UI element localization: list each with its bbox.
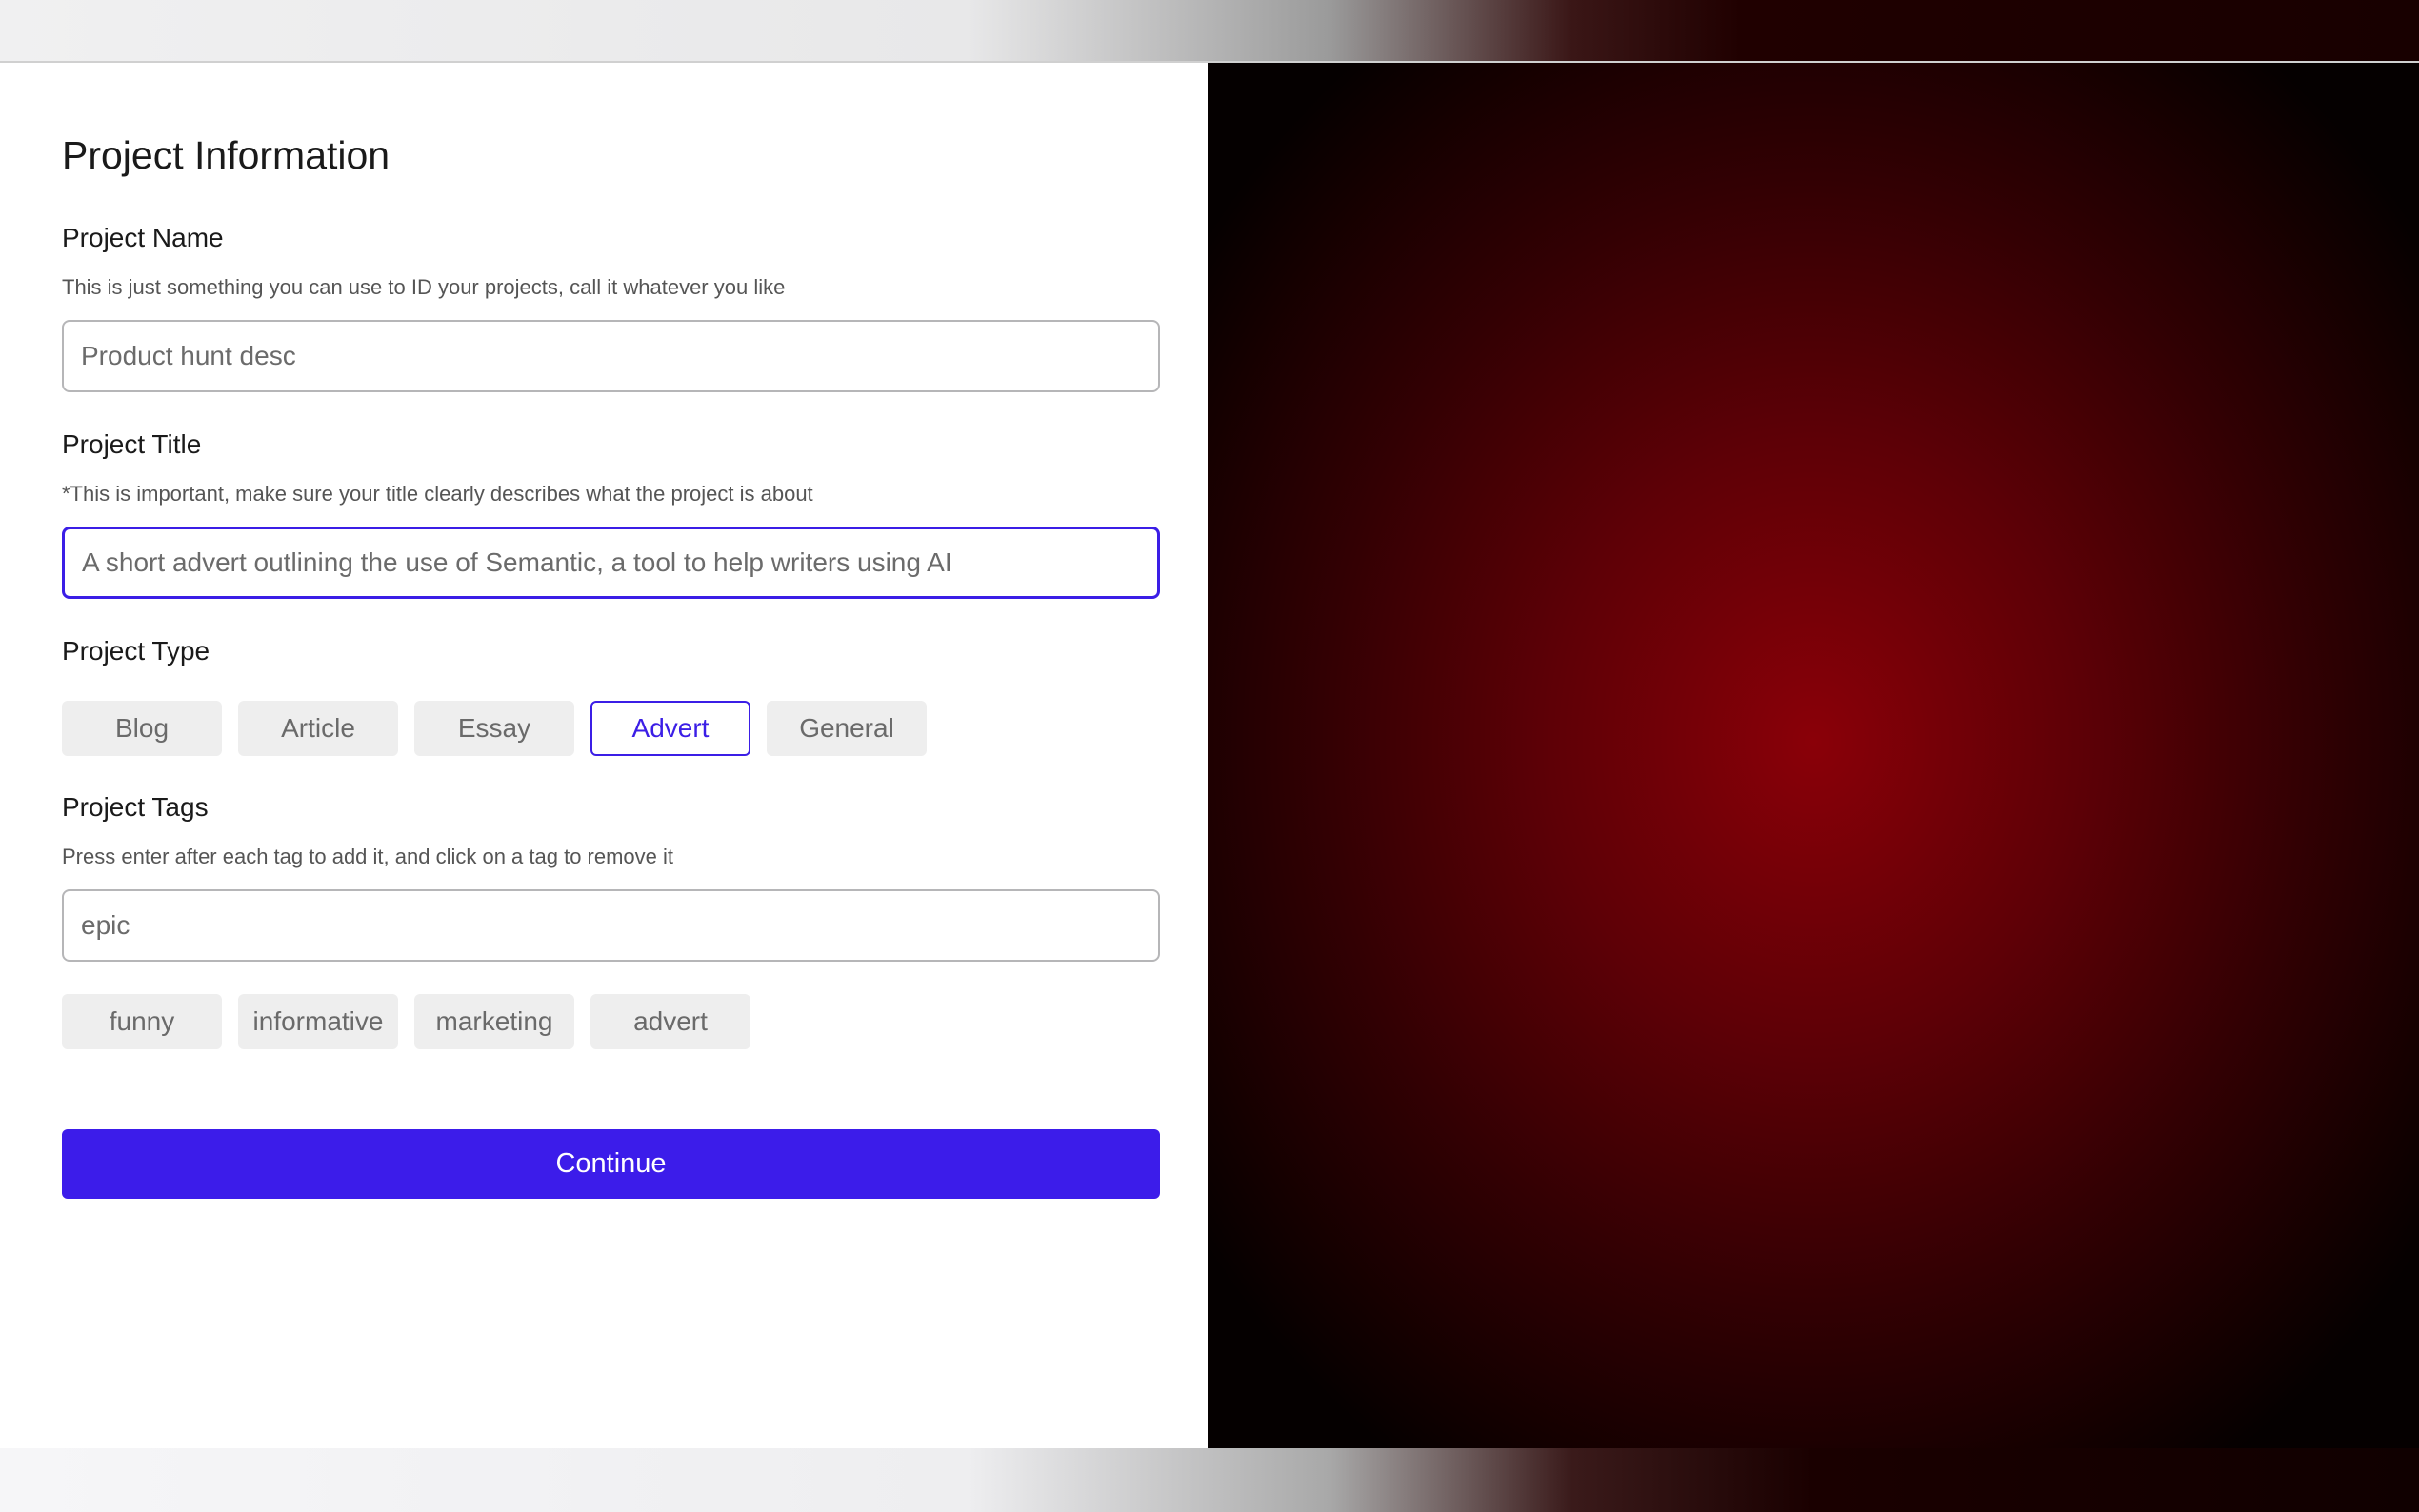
type-option-article[interactable]: Article (238, 701, 398, 756)
page-title: Project Information (62, 133, 390, 177)
project-name-help: This is just something you can use to ID… (62, 275, 786, 299)
tag-chip-funny[interactable]: funny (62, 994, 222, 1049)
project-tags-list: funny informative marketing advert (62, 994, 750, 1049)
type-option-blog[interactable]: Blog (62, 701, 222, 756)
project-title-input[interactable] (62, 527, 1160, 599)
project-tags-input[interactable] (62, 889, 1160, 962)
project-type-options: Blog Article Essay Advert General (62, 701, 927, 756)
project-name-input[interactable] (62, 320, 1160, 392)
window-bottom-strip (0, 1448, 2419, 1512)
page: Project Information Project Name This is… (0, 0, 2419, 1512)
project-tags-help: Press enter after each tag to add it, an… (62, 845, 674, 868)
project-type-label: Project Type (62, 636, 210, 666)
type-option-advert[interactable]: Advert (590, 701, 750, 756)
window-top-strip (0, 0, 2419, 63)
project-tags-label: Project Tags (62, 792, 209, 822)
project-title-help: *This is important, make sure your title… (62, 482, 813, 506)
project-form-panel: Project Information Project Name This is… (0, 63, 1208, 1448)
decorative-gradient-panel (1208, 63, 2419, 1448)
tag-chip-informative[interactable]: informative (238, 994, 398, 1049)
continue-button[interactable]: Continue (62, 1129, 1160, 1199)
tag-chip-advert[interactable]: advert (590, 994, 750, 1049)
type-option-general[interactable]: General (767, 701, 927, 756)
type-option-essay[interactable]: Essay (414, 701, 574, 756)
project-name-label: Project Name (62, 223, 224, 252)
tag-chip-marketing[interactable]: marketing (414, 994, 574, 1049)
project-title-label: Project Title (62, 429, 202, 459)
